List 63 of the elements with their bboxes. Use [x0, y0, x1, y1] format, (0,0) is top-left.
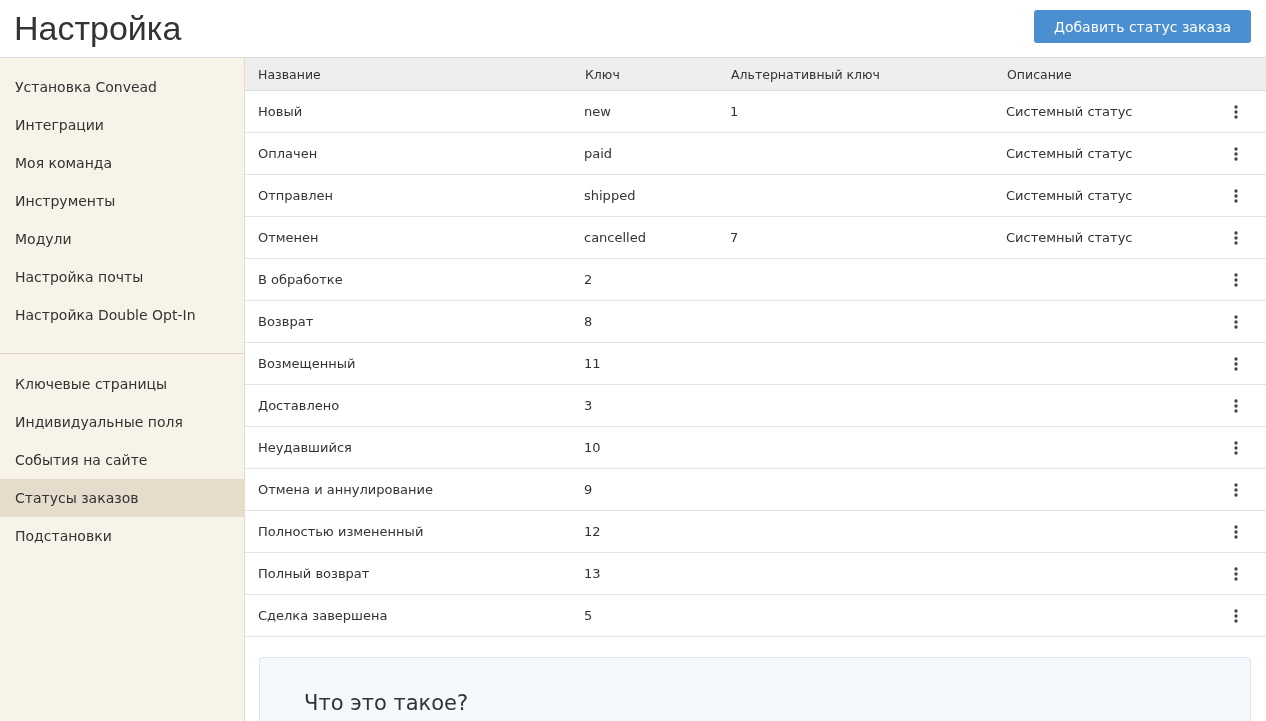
table-cell: 11	[584, 356, 601, 371]
column-header: Описание	[1006, 58, 1234, 91]
table-cell: 7	[730, 230, 739, 245]
sidebar-item[interactable]: Настройка Double Opt-In	[0, 296, 244, 334]
table-cell: Отправлен	[258, 188, 333, 203]
more-options-icon[interactable]	[1234, 398, 1238, 413]
more-options-icon[interactable]	[1234, 314, 1238, 329]
sidebar-item[interactable]: Подстановки	[0, 517, 244, 555]
more-options-icon[interactable]	[1234, 188, 1238, 203]
table-cell: Отменен	[258, 230, 319, 245]
sidebar-item[interactable]: Интеграции	[0, 106, 244, 144]
table-cell: 1	[730, 104, 739, 119]
table-cell: cancelled	[584, 230, 646, 245]
table-cell: Возмещенный	[258, 356, 356, 371]
sidebar-item[interactable]: Инструменты	[0, 182, 244, 220]
more-options-icon[interactable]	[1234, 230, 1238, 245]
column-header: Название	[245, 58, 584, 91]
table-cell: 2	[584, 272, 593, 287]
info-title: Что это такое?	[304, 691, 470, 715]
table-cell: Неудавшийся	[258, 440, 352, 455]
table-cell: Отмена и аннулирование	[258, 482, 433, 497]
table-cell: Сделка завершена	[258, 608, 388, 623]
table-cell: Полностью измененный	[258, 524, 424, 539]
table-cell: Системный статус	[1006, 146, 1133, 161]
table-cell: Системный статус	[1006, 104, 1133, 119]
more-options-icon[interactable]	[1234, 356, 1238, 371]
sidebar-item[interactable]: Модули	[0, 220, 244, 258]
table-cell: paid	[584, 146, 613, 161]
table-cell: 5	[584, 608, 593, 623]
more-options-icon[interactable]	[1234, 272, 1238, 287]
table-cell: Системный статус	[1006, 188, 1133, 203]
table-cell: Доставлено	[258, 398, 340, 413]
more-options-icon[interactable]	[1234, 524, 1238, 539]
more-options-icon[interactable]	[1234, 146, 1238, 161]
table-cell: 12	[584, 524, 601, 539]
table-cell: Полный возврат	[258, 566, 370, 581]
sidebar-item[interactable]: Настройка почты	[0, 258, 244, 296]
sidebar-item[interactable]: Индивидуальные поля	[0, 403, 244, 441]
column-header: Альтернативный ключ	[730, 58, 1006, 91]
column-header: Ключ	[584, 58, 730, 91]
table-cell: Системный статус	[1006, 230, 1133, 245]
table-cell: 10	[584, 440, 601, 455]
more-options-icon[interactable]	[1234, 440, 1238, 455]
sidebar-item[interactable]: Установка Convead	[0, 68, 244, 106]
table-cell: new	[584, 104, 611, 119]
page-title: Настройка	[14, 9, 182, 48]
more-options-icon[interactable]	[1234, 104, 1238, 119]
table-cell: 3	[584, 398, 593, 413]
table-cell: shipped	[584, 188, 636, 203]
table-cell: 9	[584, 482, 593, 497]
sidebar-item[interactable]: Моя команда	[0, 144, 244, 182]
more-options-icon[interactable]	[1234, 482, 1238, 497]
table-cell: Оплачен	[258, 146, 318, 161]
sidebar-item[interactable]: Статусы заказов	[0, 479, 244, 517]
table-cell: Возврат	[258, 314, 314, 329]
sidebar-item[interactable]: Ключевые страницы	[0, 365, 244, 403]
more-options-icon[interactable]	[1234, 566, 1238, 581]
table-cell: 8	[584, 314, 593, 329]
table-cell: 13	[584, 566, 601, 581]
sidebar-item[interactable]: События на сайте	[0, 441, 244, 479]
table-cell: В обработке	[258, 272, 343, 287]
table-cell: Новый	[258, 104, 303, 119]
more-options-icon[interactable]	[1234, 608, 1238, 623]
